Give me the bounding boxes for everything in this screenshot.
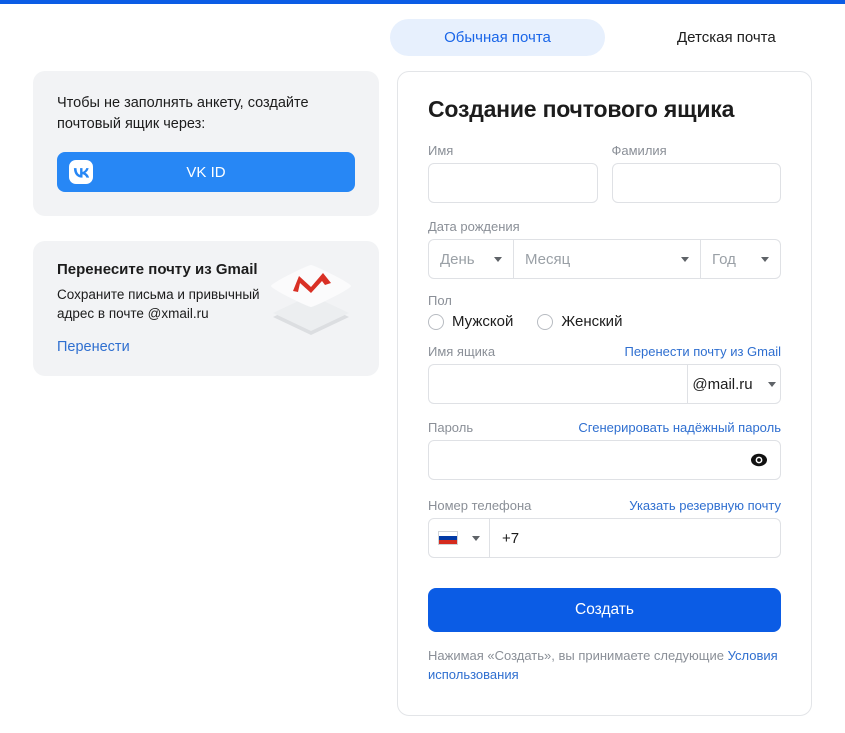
mailbox-gmail-transfer-link[interactable]: Перенести почту из Gmail	[624, 344, 781, 359]
mailbox-label: Имя ящика	[428, 344, 496, 359]
gender-female-label: Женский	[561, 313, 623, 330]
mailbox-group: Имя ящика Перенести почту из Gmail @mail…	[428, 344, 781, 404]
phone-label: Номер телефона	[428, 498, 532, 513]
last-name-input[interactable]	[611, 163, 781, 203]
gender-male-label: Мужской	[452, 313, 514, 330]
radio-circle-icon	[428, 313, 444, 330]
terms-text: Нажимая «Создать», вы принимаете следующ…	[428, 646, 781, 684]
country-code-select[interactable]	[428, 518, 490, 558]
name-row: Имя Фамилия	[428, 143, 781, 203]
vk-id-button-label: VK ID	[186, 163, 226, 181]
page-loading-bar	[0, 0, 845, 4]
tab-kids-mail-label: Детская почта	[677, 29, 776, 46]
gender-radio-female[interactable]: Женский	[537, 313, 622, 330]
backup-email-link[interactable]: Указать резервную почту	[629, 498, 781, 513]
phone-group: Номер телефона Указать резервную почту	[428, 498, 781, 558]
gender-group: Пол Мужской Женский	[428, 293, 781, 330]
mailbox-name-input[interactable]	[428, 364, 687, 404]
eye-icon[interactable]	[750, 451, 768, 469]
gmail-transfer-link[interactable]: Перенести	[57, 339, 130, 355]
birth-date-label: Дата рождения	[428, 219, 520, 234]
last-name-label: Фамилия	[611, 143, 667, 158]
phone-number-input[interactable]	[490, 518, 781, 558]
first-name-input[interactable]	[428, 163, 598, 203]
birth-month-select[interactable]: Месяц	[514, 239, 701, 279]
birth-date-group: Дата рождения День Месяц Год	[428, 219, 781, 279]
radio-circle-icon	[537, 313, 554, 330]
mail-type-tabs: Обычная почта Детская почта	[390, 19, 800, 56]
vk-id-panel: Чтобы не заполнять анкету, создайте почт…	[33, 71, 379, 216]
page-title: Создание почтового ящика	[428, 96, 735, 122]
chevron-down-icon	[494, 256, 502, 262]
chevron-down-icon	[767, 381, 776, 387]
gender-radio-male[interactable]: Мужской	[428, 313, 513, 330]
first-name-label: Имя	[428, 143, 454, 158]
generate-password-link[interactable]: Сгенерировать надёжный пароль	[578, 420, 781, 435]
vk-panel-text: Чтобы не заполнять анкету, создайте почт…	[57, 95, 309, 132]
mailbox-domain-value: @mail.ru	[692, 375, 753, 393]
gmail-import-panel: Перенесите почту из Gmail Сохраните пись…	[33, 241, 379, 376]
vk-logo-icon	[69, 160, 93, 184]
tab-regular-mail-label: Обычная почта	[444, 29, 551, 46]
gmail-panel-subtitle: Сохраните письма и привычный адрес в поч…	[57, 287, 260, 321]
tab-regular-mail[interactable]: Обычная почта	[390, 19, 605, 56]
russia-flag-icon	[438, 531, 458, 545]
chevron-down-icon	[681, 256, 689, 262]
mailbox-domain-select[interactable]: @mail.ru	[687, 364, 781, 404]
birth-month-value: Месяц	[525, 250, 571, 268]
chevron-down-icon	[761, 256, 769, 262]
birth-year-select[interactable]: Год	[701, 239, 781, 279]
left-sidebar: Чтобы не заполнять анкету, создайте почт…	[33, 71, 379, 376]
create-account-button[interactable]: Создать	[428, 588, 781, 632]
registration-form-card: Создание почтового ящика Имя Фамилия Дат…	[397, 71, 812, 716]
chevron-down-icon	[472, 535, 480, 541]
tab-kids-mail[interactable]: Детская почта	[653, 19, 800, 56]
birth-day-value: День	[440, 250, 475, 268]
birth-day-select[interactable]: День	[428, 239, 514, 279]
gender-label: Пол	[428, 293, 452, 308]
vk-id-button[interactable]: VK ID	[57, 152, 355, 192]
password-group: Пароль Сгенерировать надёжный пароль	[428, 420, 781, 480]
birth-year-value: Год	[712, 250, 736, 268]
password-input[interactable]	[428, 440, 781, 480]
gmail-envelope-icon	[265, 259, 357, 341]
terms-prefix: Нажимая «Создать», вы принимаете следующ…	[428, 648, 728, 663]
password-label: Пароль	[428, 420, 474, 435]
